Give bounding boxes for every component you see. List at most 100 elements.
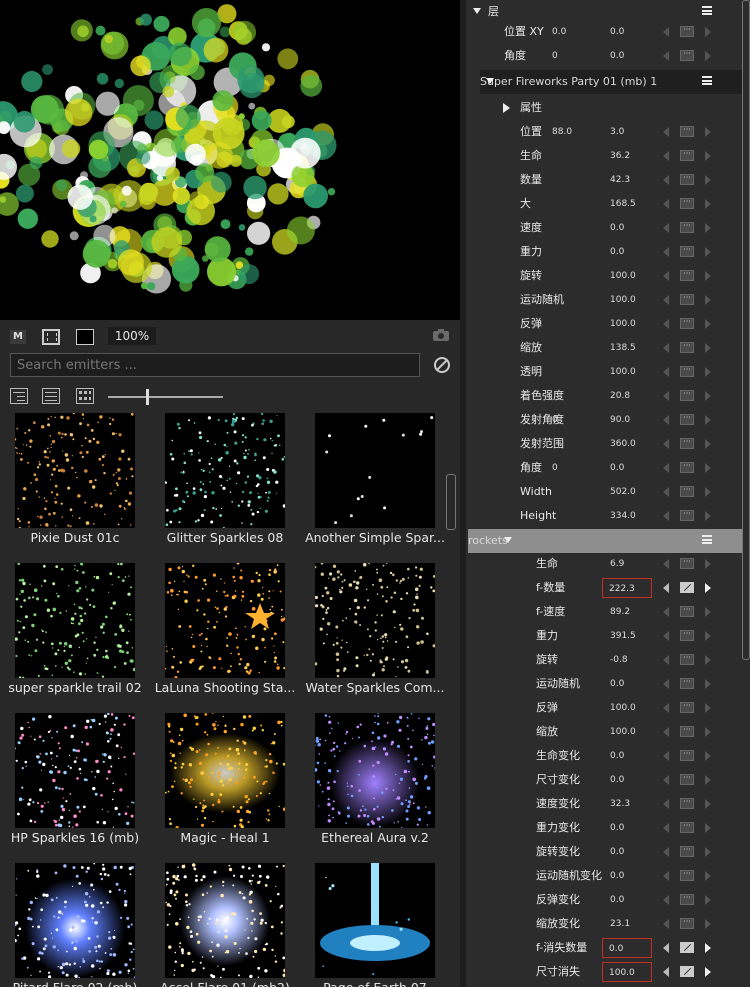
keyframe-menu-icon[interactable]: ··· <box>680 198 694 209</box>
emitter-thumbnail[interactable] <box>15 413 135 528</box>
property-value[interactable]: 0.0 <box>610 456 624 480</box>
next-keyframe-icon[interactable] <box>705 823 711 833</box>
menu-icon[interactable] <box>702 6 712 15</box>
next-keyframe-icon[interactable] <box>705 895 711 905</box>
property-value-1[interactable]: 0 <box>552 408 558 432</box>
next-keyframe-icon[interactable] <box>705 943 711 953</box>
keyframe-menu-icon[interactable]: ··· <box>680 366 694 377</box>
prev-keyframe-icon[interactable] <box>663 871 669 881</box>
emitter-tile[interactable]: Water Sparkles Com... <box>300 560 445 710</box>
menu-icon[interactable] <box>702 76 712 85</box>
emitter-tile[interactable]: Glitter Sparkles 08 <box>150 410 300 560</box>
prev-keyframe-icon[interactable] <box>663 51 669 61</box>
next-keyframe-icon[interactable] <box>705 463 711 473</box>
property-value[interactable]: -0.8 <box>610 648 628 672</box>
prev-keyframe-icon[interactable] <box>663 343 669 353</box>
keyframe-menu-icon[interactable]: ··· <box>680 894 694 905</box>
thumbnail-size-slider-handle[interactable] <box>146 389 149 405</box>
emitter-thumbnail[interactable] <box>15 713 135 828</box>
prev-keyframe-icon[interactable] <box>663 247 669 257</box>
property-value[interactable]: 42.3 <box>610 168 630 192</box>
keyframe-menu-icon[interactable]: ··· <box>680 414 694 425</box>
keyframe-menu-icon[interactable]: ··· <box>680 26 694 37</box>
next-keyframe-icon[interactable] <box>705 775 711 785</box>
emitter-thumbnail[interactable] <box>315 863 435 978</box>
emitter-thumbnail[interactable] <box>315 413 435 528</box>
emitter-tile[interactable]: HP Sparkles 16 (mb) <box>0 710 150 860</box>
m-button[interactable]: M <box>10 330 26 344</box>
property-value[interactable]: 360.0 <box>610 432 636 456</box>
property-value[interactable]: 3.0 <box>610 120 624 144</box>
keyframe-menu-icon[interactable]: ··· <box>680 342 694 353</box>
prev-keyframe-icon[interactable] <box>663 151 669 161</box>
property-value[interactable]: 0.0 <box>610 744 624 768</box>
menu-icon[interactable] <box>702 535 712 544</box>
property-value[interactable]: 0.0 <box>610 768 624 792</box>
next-keyframe-icon[interactable] <box>705 679 711 689</box>
property-value[interactable]: 0.0 <box>610 44 624 68</box>
emitter-tile[interactable]: super sparkle trail 02 <box>0 560 150 710</box>
keyframe-menu-icon[interactable]: ··· <box>680 702 694 713</box>
next-keyframe-icon[interactable] <box>705 847 711 857</box>
keyframe-menu-icon[interactable]: ··· <box>680 174 694 185</box>
keyframe-menu-icon[interactable] <box>680 942 694 953</box>
grid-view-icon[interactable] <box>76 388 94 404</box>
keyframe-menu-icon[interactable] <box>680 582 694 593</box>
keyframe-menu-icon[interactable]: ··· <box>680 222 694 233</box>
property-value[interactable]: 502.0 <box>610 480 636 504</box>
next-keyframe-icon[interactable] <box>705 247 711 257</box>
prev-keyframe-icon[interactable] <box>663 223 669 233</box>
property-value[interactable]: 20.8 <box>610 384 630 408</box>
emitter-thumbnail[interactable] <box>315 713 435 828</box>
next-keyframe-icon[interactable] <box>705 919 711 929</box>
property-value-1[interactable]: 0 <box>552 44 558 68</box>
emitter-tile[interactable]: Ethereal Aura v.2 <box>300 710 445 860</box>
emitter-tile[interactable]: Magic - Heal 1 <box>150 710 300 860</box>
next-keyframe-icon[interactable] <box>705 583 711 593</box>
next-keyframe-icon[interactable] <box>705 319 711 329</box>
next-keyframe-icon[interactable] <box>705 343 711 353</box>
keyframe-menu-icon[interactable]: ··· <box>680 50 694 61</box>
property-value[interactable]: 0.0 <box>610 816 624 840</box>
emitter-tile[interactable]: Accel Flare 01 (mb2) <box>150 860 300 987</box>
property-value-1[interactable]: 0.0 <box>552 20 566 44</box>
keyframe-menu-icon[interactable]: ··· <box>680 606 694 617</box>
next-keyframe-icon[interactable] <box>705 27 711 37</box>
property-value[interactable]: 0.0 <box>610 240 624 264</box>
property-value[interactable]: 100.0 <box>610 288 636 312</box>
property-value[interactable]: 138.5 <box>610 336 636 360</box>
next-keyframe-icon[interactable] <box>705 511 711 521</box>
prev-keyframe-icon[interactable] <box>663 967 669 977</box>
next-keyframe-icon[interactable] <box>705 271 711 281</box>
prev-keyframe-icon[interactable] <box>663 919 669 929</box>
next-keyframe-icon[interactable] <box>705 487 711 497</box>
property-value[interactable]: 0.0 <box>610 888 624 912</box>
next-keyframe-icon[interactable] <box>705 439 711 449</box>
prev-keyframe-icon[interactable] <box>663 271 669 281</box>
emitter-tile[interactable]: Pitard Flare 02 (mb) <box>0 860 150 987</box>
next-keyframe-icon[interactable] <box>705 51 711 61</box>
prev-keyframe-icon[interactable] <box>663 367 669 377</box>
prev-keyframe-icon[interactable] <box>663 583 669 593</box>
prev-keyframe-icon[interactable] <box>663 511 669 521</box>
prev-keyframe-icon[interactable] <box>663 751 669 761</box>
thumbnail-size-slider[interactable] <box>108 396 223 398</box>
prev-keyframe-icon[interactable] <box>663 895 669 905</box>
prev-keyframe-icon[interactable] <box>663 559 669 569</box>
prev-keyframe-icon[interactable] <box>663 847 669 857</box>
prev-keyframe-icon[interactable] <box>663 127 669 137</box>
emitter-tile[interactable]: Page of Earth 07 <box>300 860 445 987</box>
property-value[interactable]: 6.9 <box>610 552 624 576</box>
search-emitters-input[interactable] <box>10 353 420 377</box>
layers-scrollbar[interactable] <box>742 0 750 660</box>
next-keyframe-icon[interactable] <box>705 559 711 569</box>
next-keyframe-icon[interactable] <box>705 175 711 185</box>
keyframe-menu-icon[interactable]: ··· <box>680 630 694 641</box>
property-value[interactable]: 23.1 <box>610 912 630 936</box>
property-value[interactable]: 0.0 <box>610 672 624 696</box>
keyframe-menu-icon[interactable]: ··· <box>680 126 694 137</box>
background-color-swatch[interactable] <box>76 329 94 345</box>
property-value[interactable]: 100.0 <box>610 264 636 288</box>
next-keyframe-icon[interactable] <box>705 415 711 425</box>
next-keyframe-icon[interactable] <box>705 703 711 713</box>
